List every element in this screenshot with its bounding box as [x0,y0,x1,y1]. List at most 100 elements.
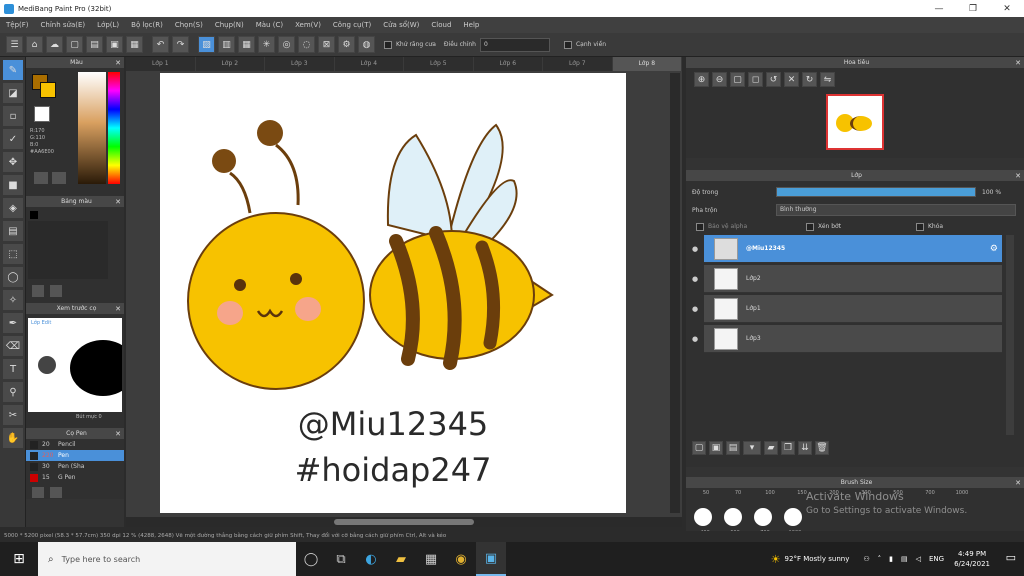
brush-item[interactable]: 20 Pencil [26,439,124,450]
new-halftone-layer-icon[interactable]: ▣ [709,441,723,455]
scroll-thumb[interactable] [334,519,474,525]
language-indicator[interactable]: ENG [929,555,944,563]
close-icon[interactable]: ✕ [1015,172,1021,180]
cloud-icon[interactable]: ☁ [46,36,63,53]
blend-select[interactable]: Bình thường [776,204,1016,216]
eraser-tool-icon[interactable]: ◪ [3,83,23,103]
eye-icon[interactable]: ● [692,335,698,343]
select-pen-tool-icon[interactable]: ✒ [3,313,23,333]
eye-icon[interactable]: ● [692,275,698,283]
clock[interactable]: 4:49 PM 6/24/2021 [954,549,990,569]
maximize-button[interactable]: ❐ [956,0,990,17]
menu-layer[interactable]: Lớp(L) [91,21,125,29]
brush-size-dot[interactable] [694,508,712,526]
actual-size-icon[interactable]: ◻ [748,72,763,87]
export-icon[interactable]: ▦ [126,36,143,53]
canvas-tab[interactable]: Lớp 2 [196,57,265,71]
new-file-icon[interactable]: ▢ [66,36,83,53]
brush-tool-icon[interactable]: ✎ [3,60,23,80]
palette-add-icon[interactable] [32,285,44,297]
menu-help[interactable]: Help [457,21,485,29]
zoom-in-icon[interactable]: ⊕ [694,72,709,87]
palette-swatch-black[interactable] [30,211,38,219]
merge-layer-icon[interactable]: ⇊ [798,441,812,455]
redo-icon[interactable]: ↷ [172,36,189,53]
snap-parallel-icon[interactable]: ▥ [218,36,235,53]
new-1bit-layer-icon[interactable]: ▤ [726,441,740,455]
volume-icon[interactable]: ◁ [916,555,921,563]
snap-perspective-icon[interactable]: ⊠ [318,36,335,53]
home-icon[interactable]: ⌂ [26,36,43,53]
chrome-icon[interactable]: ◉ [446,542,476,576]
brush-size-dot[interactable] [754,508,772,526]
canvas-tab[interactable]: Lớp 3 [265,57,335,71]
layer-row[interactable]: ● Lớp3 [692,325,1002,353]
opacity-slider[interactable] [776,187,976,197]
task-view-icon[interactable]: ⧉ [326,542,356,576]
move-tool-icon[interactable]: ✥ [3,152,23,172]
protect-alpha-checkbox[interactable] [696,223,704,231]
menu-icon[interactable]: ☰ [6,36,23,53]
zoom-out-icon[interactable]: ⊖ [712,72,727,87]
brush-size-option[interactable]: 50 [690,490,722,496]
brush-item[interactable]: 15 G Pen [26,472,124,483]
canvas-tab[interactable]: Lớp 6 [474,57,543,71]
magic-wand-tool-icon[interactable]: ✧ [3,290,23,310]
layer-row[interactable]: ● Lớp1 [692,295,1002,323]
layer-row[interactable]: ● Lớp2 [692,265,1002,293]
color-gradient-picker[interactable] [78,72,106,184]
menu-select[interactable]: Chọn(S) [169,21,209,29]
hue-slider[interactable] [108,72,120,184]
cortana-icon[interactable]: ◯ [296,542,326,576]
menu-tools[interactable]: Công cụ(T) [327,21,377,29]
rotate-left-icon[interactable]: ↺ [766,72,781,87]
layer-list-scrollbar[interactable] [1006,235,1014,435]
notification-icon[interactable]: ▭ [1006,551,1016,564]
menu-edit[interactable]: Chỉnh sửa(E) [35,21,92,29]
lock-checkbox[interactable] [916,223,924,231]
close-button[interactable]: ✕ [990,0,1024,17]
weather-text[interactable]: 92°F Mostly sunny [785,555,850,563]
correction-select[interactable]: 0 [479,37,550,52]
brush-size-option[interactable]: 100 [754,490,786,496]
medibang-taskbar-icon[interactable]: ▣ [476,542,506,576]
snap-grid-icon[interactable]: ▦ [238,36,255,53]
drawing-canvas[interactable]: @Miu12345 #hoidap247 [160,73,626,513]
snap-curve-icon[interactable]: ◌ [298,36,315,53]
weather-icon[interactable]: ☀ [771,553,781,566]
reset-icon[interactable]: ✕ [784,72,799,87]
clipping-checkbox[interactable] [806,223,814,231]
minimize-button[interactable]: — [922,0,956,17]
menu-file[interactable]: Tệp(F) [0,21,35,29]
menu-window[interactable]: Cửa sổ(W) [377,21,425,29]
store-icon[interactable]: ▦ [416,542,446,576]
eyedropper-tool-icon[interactable]: ⚲ [3,382,23,402]
edge-checkbox[interactable] [563,40,572,49]
palette-delete-icon[interactable] [50,285,62,297]
palette-button[interactable] [34,172,48,184]
close-icon[interactable]: ✕ [115,305,121,313]
navigator-thumbnail[interactable] [826,94,884,150]
add-layer-menu-icon[interactable]: ▾ [743,441,761,455]
brush-size-dot[interactable] [724,508,742,526]
text-tool-icon[interactable]: T [3,359,23,379]
canvas-tab-active[interactable]: Lớp 8 [612,57,682,71]
bucket-tool-icon[interactable]: ◈ [3,198,23,218]
menu-snap[interactable]: Chụp(N) [209,21,250,29]
edge-browser-icon[interactable]: ◐ [356,542,386,576]
snap-radial-icon[interactable]: ✳ [258,36,275,53]
vertical-scrollbar[interactable] [670,73,680,513]
brush-item-selected[interactable]: 220 Pen [26,450,124,461]
select-tool-icon[interactable]: ⬚ [3,244,23,264]
menu-view[interactable]: Xem(V) [289,21,327,29]
antialias-checkbox[interactable] [384,40,392,49]
lasso-tool-icon[interactable]: ◯ [3,267,23,287]
duplicate-layer-icon[interactable]: ❐ [781,441,795,455]
save-icon[interactable]: ▣ [106,36,123,53]
menu-color[interactable]: Màu (C) [250,21,289,29]
snap-off-icon[interactable]: ▨ [198,36,215,53]
snap-extra-icon[interactable]: ◍ [358,36,375,53]
brush-size-option[interactable]: 70 [722,490,754,496]
menu-filter[interactable]: Bộ lọc(R) [125,21,169,29]
hand-tool-icon[interactable]: ✋ [3,428,23,448]
